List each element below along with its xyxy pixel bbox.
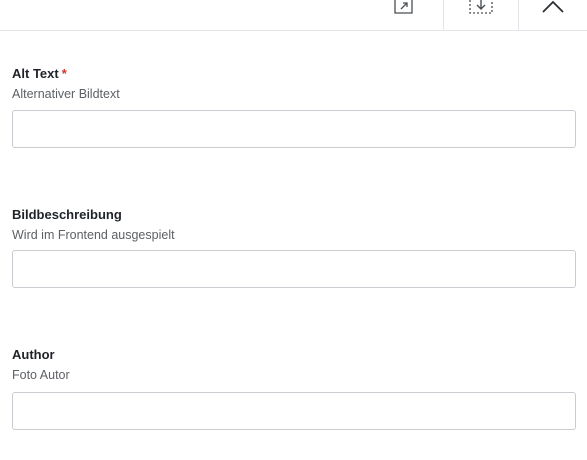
author-field: Author Foto Autor — [12, 347, 576, 431]
chevron-up-icon — [541, 0, 565, 16]
required-marker: * — [61, 66, 67, 81]
author-help: Foto Autor — [12, 368, 70, 382]
save-button[interactable] — [443, 0, 517, 30]
open-external-icon — [393, 0, 415, 16]
panel-toolbar — [0, 0, 587, 31]
collapse-button[interactable] — [518, 0, 587, 30]
save-download-icon — [468, 0, 494, 16]
description-help: Wird im Frontend ausgespielt — [12, 228, 175, 242]
description-field: Bildbeschreibung Wird im Frontend ausges… — [12, 207, 576, 288]
author-label: Author — [12, 347, 55, 362]
alt-text-input[interactable] — [12, 110, 576, 148]
open-button[interactable] — [365, 0, 442, 30]
description-input[interactable] — [12, 250, 576, 288]
alt-text-field: Alt Text * Alternativer Bildtext — [12, 66, 576, 148]
description-label: Bildbeschreibung — [12, 207, 122, 222]
alt-text-label-text: Alt Text — [12, 66, 59, 81]
alt-text-label: Alt Text * — [12, 66, 576, 82]
alt-text-help: Alternativer Bildtext — [12, 87, 120, 101]
author-input[interactable] — [12, 392, 576, 430]
